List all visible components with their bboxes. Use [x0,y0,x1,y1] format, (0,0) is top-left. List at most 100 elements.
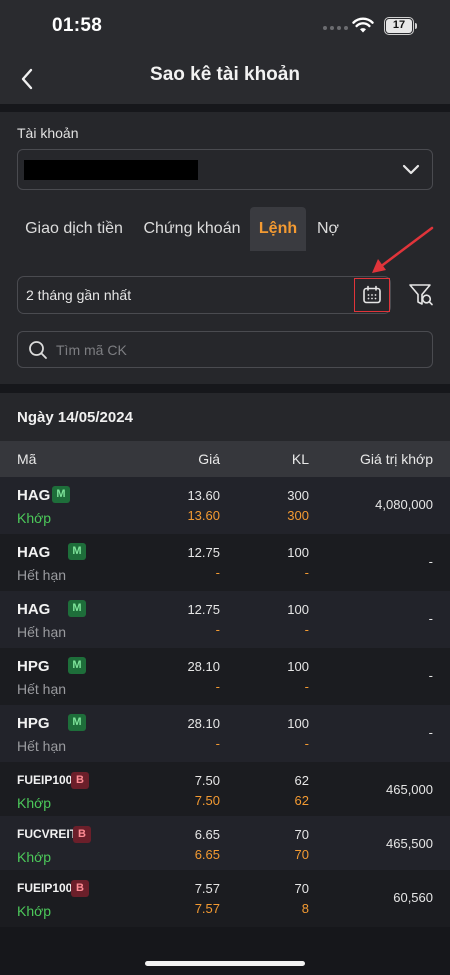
matched-price: - [215,679,220,694]
matched-value: - [428,554,433,569]
calendar-icon [363,285,381,304]
table-row[interactable]: HPG M Hết hạn 28.10 - 100 - - [0,648,450,705]
tab-debt[interactable]: Nợ [311,207,345,251]
order-status: Hết hạn [17,624,67,640]
battery-level: 17 [386,19,412,33]
search-placeholder: Tìm mã CK [56,342,127,358]
matched-price: - [215,622,220,637]
matched-price: 7.50 [194,793,220,808]
period-value: 2 tháng gần nhất [26,287,132,303]
order-price: 13.60 [187,488,220,503]
order-volume: 100 [287,659,309,674]
table-row[interactable]: FUEIP100 B Khớp 7.57 7.57 70 8 60,560 [0,870,450,927]
table-header: Mã Giá KL Giá trị khớp [0,441,450,477]
order-type-badge: M [68,543,86,560]
chevron-down-icon [402,164,420,175]
table-row[interactable]: HAG M Hết hạn 12.75 - 100 - - [0,591,450,648]
matched-volume: 62 [294,793,309,808]
page-title: Sao kê tài khoản [150,64,300,85]
order-volume: 100 [287,716,309,731]
order-volume: 300 [287,488,309,503]
stock-code: HPG [17,715,50,732]
matched-volume: - [304,565,309,580]
column-header-price: Giá [198,451,220,467]
order-status: Hết hạn [17,738,67,754]
tab-orders[interactable]: Lệnh [250,207,306,251]
cellular-signal-icon [323,26,348,30]
order-type-badge: B [71,772,89,789]
stock-code: FUEIP100 [17,773,73,787]
stock-code: FUCVREIT [17,827,77,841]
filter-search-icon [409,284,433,306]
order-volume: 100 [287,545,309,560]
stock-code: FUEIP100 [17,881,73,895]
matched-volume: - [304,736,309,751]
home-indicator[interactable] [145,961,305,966]
order-price: 7.50 [194,773,220,788]
order-price: 28.10 [187,659,220,674]
date-label: Ngày 14/05/2024 [17,409,133,426]
order-volume: 70 [294,827,309,842]
order-type-badge: M [68,714,86,731]
date-group-header: Ngày 14/05/2024 [0,393,450,441]
tab-securities[interactable]: Chứng khoán [141,207,243,251]
search-icon [29,341,47,359]
tab-bar: Giao dịch tiền Chứng khoán Lệnh Nợ [0,207,450,251]
battery-tip [415,23,417,29]
bottom-area [0,933,450,975]
matched-value: - [428,611,433,626]
matched-price: - [215,736,220,751]
order-status: Khớp [17,795,52,811]
calendar-button[interactable] [354,278,390,312]
order-volume: 70 [294,881,309,896]
order-price: 7.57 [194,881,220,896]
order-type-badge: M [68,657,86,674]
table-row[interactable]: FUEIP100 B Khớp 7.50 7.50 62 62 465,000 [0,762,450,819]
column-header-value: Giá trị khớp [360,451,433,467]
filter-button[interactable] [406,280,436,310]
order-price: 6.65 [194,827,220,842]
stock-code: HAG [17,544,51,561]
status-time: 01:58 [52,15,103,36]
order-status: Hết hạn [17,567,67,583]
matched-volume: 70 [294,847,309,862]
tab-cash-transactions[interactable]: Giao dịch tiền [17,207,131,251]
battery-icon: 17 [384,17,414,35]
table-row[interactable]: HAG M Khớp 13.60 13.60 300 300 4,080,000 [0,477,450,534]
table-row[interactable]: FUCVREIT B Khớp 6.65 6.65 70 70 465,500 [0,816,450,873]
matched-price: 13.60 [187,508,220,523]
matched-value: - [428,725,433,740]
matched-value: 465,500 [386,836,433,851]
matched-volume: - [304,679,309,694]
table-row[interactable]: HPG M Hết hạn 28.10 - 100 - - [0,705,450,762]
matched-value: 4,080,000 [375,497,433,512]
matched-value: - [428,668,433,683]
search-input[interactable]: Tìm mã CK [17,331,433,368]
matched-price: - [215,565,220,580]
status-bar: 01:58 17 [0,0,450,54]
order-status: Khớp [17,849,52,865]
period-select[interactable]: 2 tháng gần nhất [17,276,391,314]
matched-price: 7.57 [194,901,220,916]
order-type-badge: M [52,486,70,503]
matched-price: 6.65 [194,847,220,862]
order-price: 12.75 [187,602,220,617]
matched-volume: 300 [287,508,309,523]
account-dropdown[interactable] [17,149,433,190]
column-header-volume: KL [291,451,309,467]
column-header-code: Mã [17,451,37,467]
filter-section: 2 tháng gần nhất Tìm mã CK [0,258,450,384]
stock-code: HAG [17,487,51,504]
matched-volume: - [304,622,309,637]
order-type-badge: M [68,600,86,617]
order-type-badge: B [71,880,89,897]
account-label: Tài khoản [17,125,79,141]
matched-value: 60,560 [393,890,433,905]
table-row[interactable]: HAG M Hết hạn 12.75 - 100 - - [0,534,450,591]
order-volume: 62 [294,773,309,788]
order-status: Khớp [17,510,52,526]
account-number-redacted [24,160,198,180]
matched-volume: 8 [301,901,309,916]
order-price: 28.10 [187,716,220,731]
order-status: Hết hạn [17,681,67,697]
